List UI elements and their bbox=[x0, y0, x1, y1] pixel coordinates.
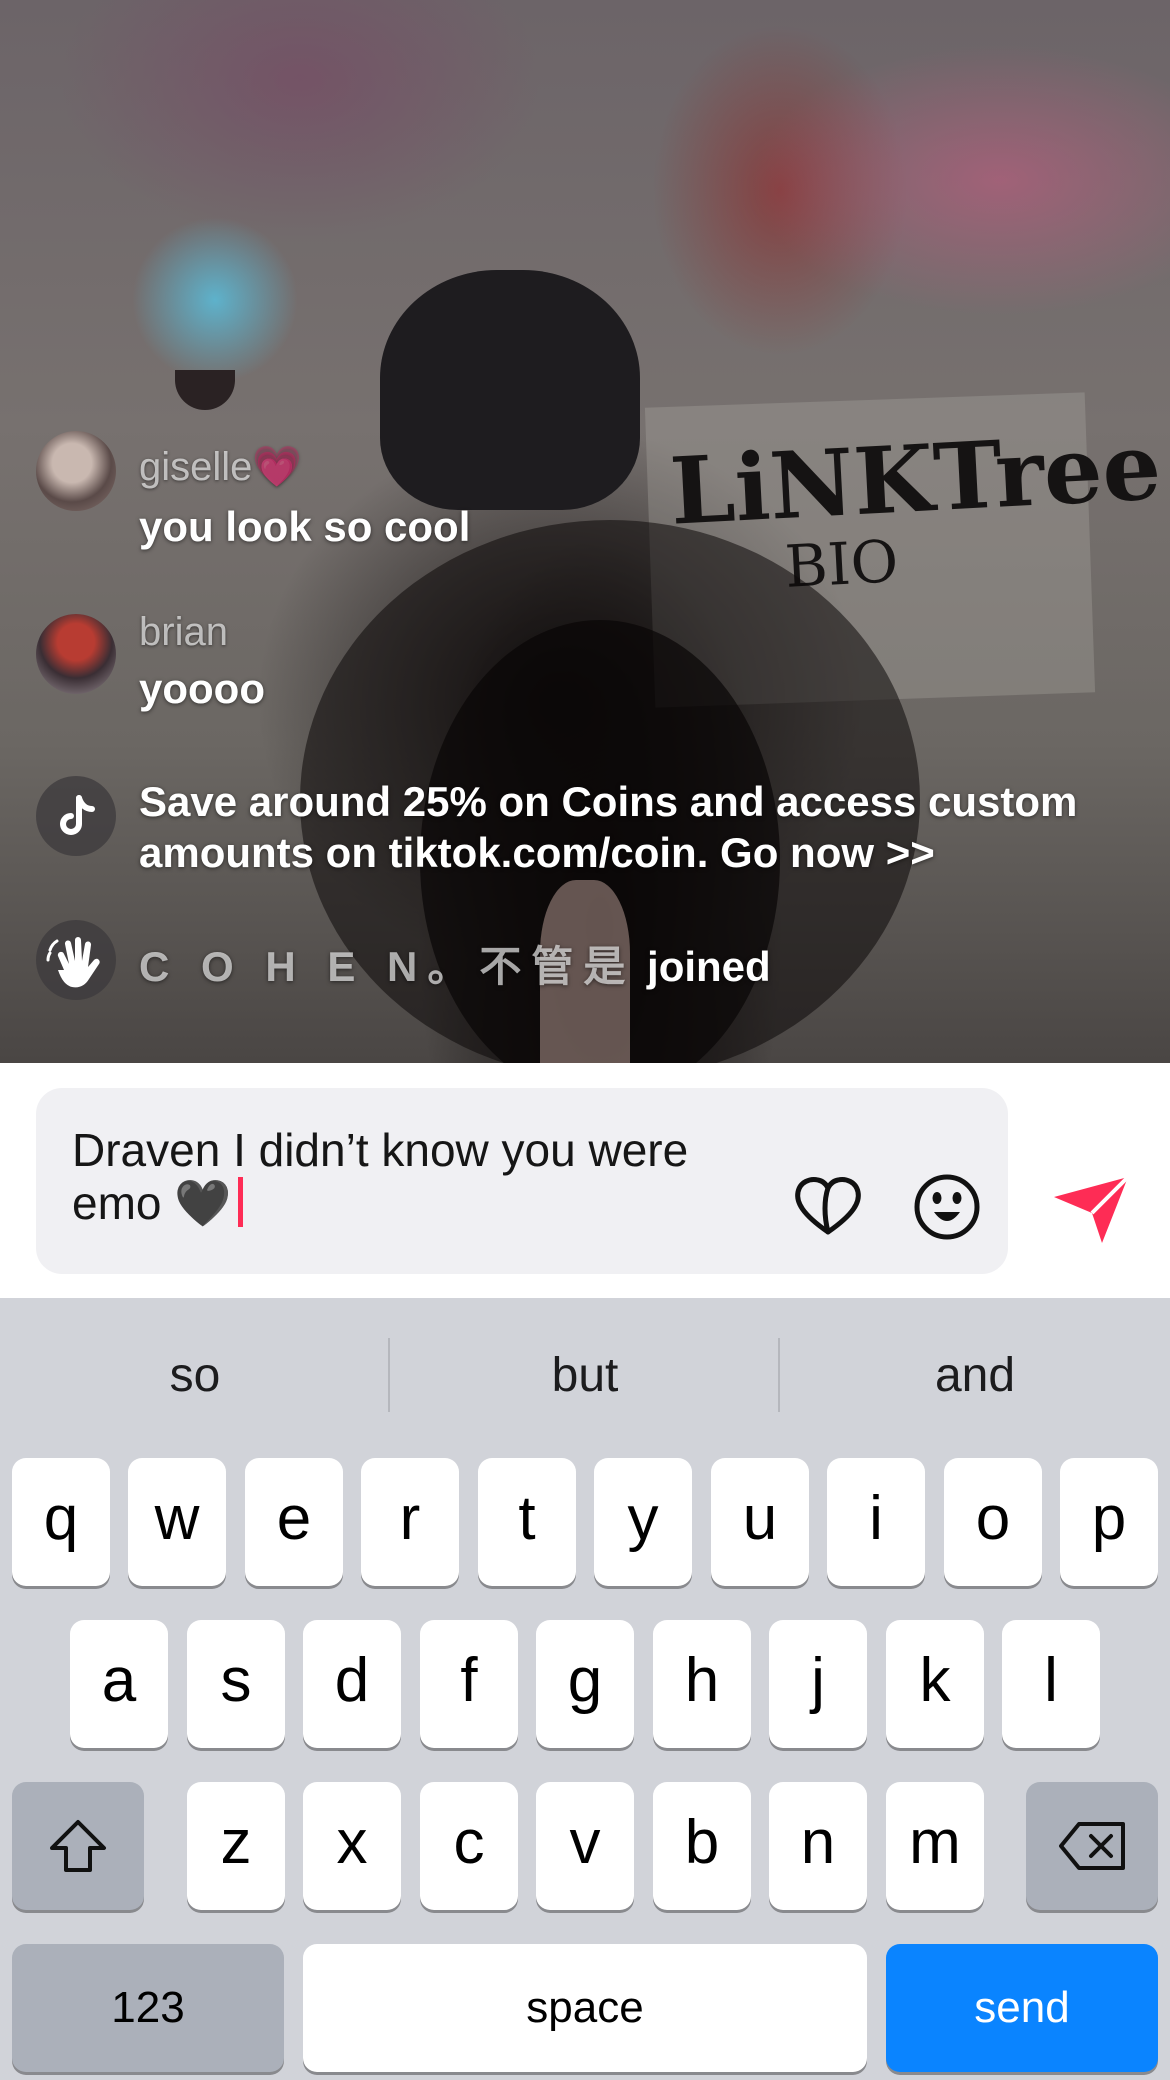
key-h[interactable]: h bbox=[653, 1620, 751, 1748]
live-video-feed: LiNKTree BIO giselle💗 you look so cool b… bbox=[0, 0, 1170, 1063]
comment-input-bar: Draven I didn’t know you were emo 🖤 bbox=[0, 1063, 1170, 1298]
key-n[interactable]: n bbox=[769, 1782, 867, 1910]
key-d[interactable]: d bbox=[303, 1620, 401, 1748]
hat-silhouette bbox=[380, 270, 640, 510]
key-e[interactable]: e bbox=[245, 1458, 343, 1586]
key-u[interactable]: u bbox=[711, 1458, 809, 1586]
comment-message: yoooo bbox=[139, 665, 265, 712]
avatar[interactable] bbox=[36, 614, 116, 694]
key-w[interactable]: w bbox=[128, 1458, 226, 1586]
key-r[interactable]: r bbox=[361, 1458, 459, 1586]
suggestion-and[interactable]: and bbox=[780, 1338, 1170, 1414]
key-y[interactable]: y bbox=[594, 1458, 692, 1586]
key-p[interactable]: p bbox=[1060, 1458, 1158, 1586]
tiktok-logo-icon bbox=[36, 776, 116, 856]
waving-hand-icon bbox=[36, 920, 116, 1000]
send-arrow-icon[interactable] bbox=[1050, 1173, 1130, 1250]
key-m[interactable]: m bbox=[886, 1782, 984, 1910]
key-c[interactable]: c bbox=[420, 1782, 518, 1910]
key-l[interactable]: l bbox=[1002, 1620, 1100, 1748]
joined-label: joined bbox=[647, 943, 771, 990]
key-v[interactable]: v bbox=[536, 1782, 634, 1910]
key-i[interactable]: i bbox=[827, 1458, 925, 1586]
comment-input-field[interactable]: Draven I didn’t know you were emo 🖤 bbox=[36, 1088, 1008, 1274]
shift-arrow-icon bbox=[50, 1820, 106, 1872]
comment-message: you look so cool bbox=[139, 503, 471, 550]
key-o[interactable]: o bbox=[944, 1458, 1042, 1586]
space-key[interactable]: space bbox=[303, 1944, 867, 2072]
key-z[interactable]: z bbox=[187, 1782, 285, 1910]
join-notification: C O H E N。不管是 joined bbox=[139, 933, 771, 994]
backspace-key[interactable] bbox=[1026, 1782, 1158, 1910]
key-j[interactable]: j bbox=[769, 1620, 867, 1748]
comment-input-value[interactable]: Draven I didn’t know you were emo 🖤 bbox=[72, 1124, 688, 1229]
key-s[interactable]: s bbox=[187, 1620, 285, 1748]
key-x[interactable]: x bbox=[303, 1782, 401, 1910]
comment-username[interactable]: brian bbox=[139, 610, 228, 655]
suggestion-so[interactable]: so bbox=[0, 1338, 390, 1414]
keyboard: so but and q w e r t y u i o p a s d f g… bbox=[0, 1298, 1170, 2080]
key-f[interactable]: f bbox=[420, 1620, 518, 1748]
key-k[interactable]: k bbox=[886, 1620, 984, 1748]
joined-username[interactable]: C O H E N。不管是 bbox=[139, 943, 635, 990]
shift-key[interactable] bbox=[12, 1782, 144, 1910]
key-a[interactable]: a bbox=[70, 1620, 168, 1748]
avatar[interactable] bbox=[36, 431, 116, 511]
numbers-key[interactable]: 123 bbox=[12, 1944, 284, 2072]
emoji-face-icon[interactable] bbox=[912, 1172, 982, 1247]
comment-username[interactable]: giselle💗 bbox=[139, 443, 302, 490]
lamp-shape bbox=[175, 370, 235, 410]
key-t[interactable]: t bbox=[478, 1458, 576, 1586]
key-g[interactable]: g bbox=[536, 1620, 634, 1748]
send-key[interactable]: send bbox=[886, 1944, 1158, 2072]
key-q[interactable]: q bbox=[12, 1458, 110, 1586]
promo-message[interactable]: Save around 25% on Coins and access cust… bbox=[139, 776, 1149, 878]
suggestion-but[interactable]: but bbox=[390, 1338, 780, 1414]
comment-input-text[interactable]: Draven I didn’t know you were emo 🖤 bbox=[72, 1124, 772, 1230]
heart-outline-icon[interactable] bbox=[792, 1174, 864, 1243]
backspace-icon bbox=[1059, 1822, 1125, 1870]
text-caret bbox=[237, 1177, 243, 1227]
key-b[interactable]: b bbox=[653, 1782, 751, 1910]
